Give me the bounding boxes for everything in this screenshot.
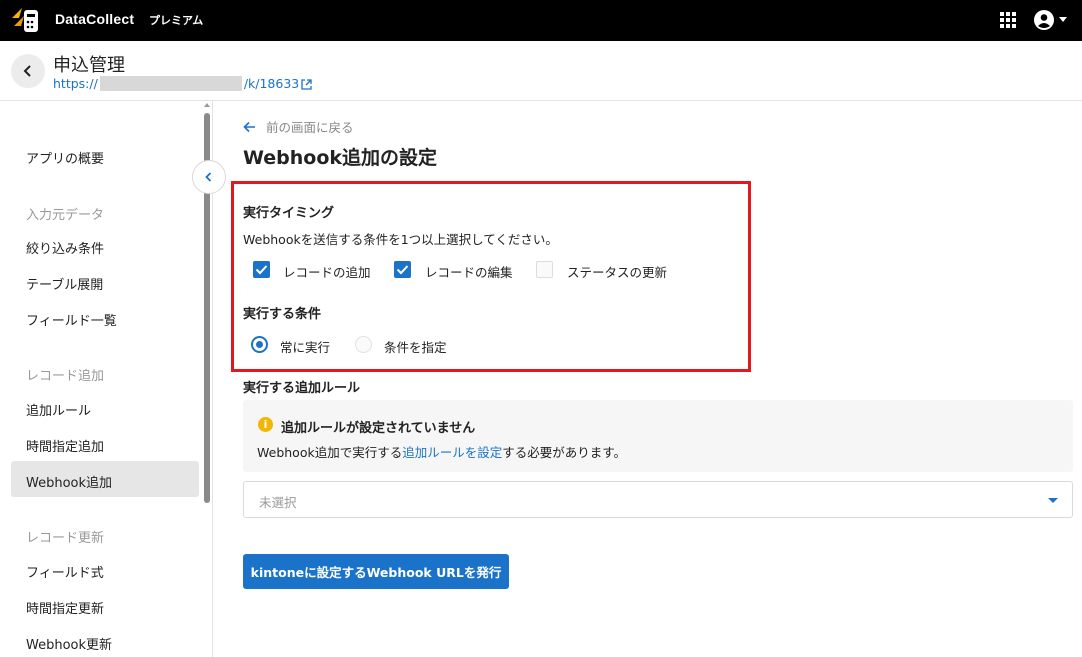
datacollect-logo-icon[interactable] [10, 6, 40, 34]
sidebar-item-filter-conditions[interactable]: 絞り込み条件 [26, 238, 104, 257]
sidebar-item-scheduled-add[interactable]: 時間指定追加 [26, 436, 104, 455]
sidebar-section-input-data: 入力元データ [26, 208, 105, 223]
chevron-left-icon [23, 65, 31, 77]
sidebar-item-scheduled-update[interactable]: 時間指定更新 [26, 598, 104, 617]
external-link-icon [301, 79, 312, 90]
radio-label-always-run[interactable]: 常に実行 [280, 337, 330, 356]
checkbox-status-update[interactable] [536, 261, 553, 278]
radio-always-run[interactable] [251, 336, 268, 353]
app-url-link[interactable]: https:// /k/18633 [53, 76, 312, 91]
sidebar-item-table-expansion[interactable]: テーブル展開 [26, 274, 103, 293]
timing-section-title: 実行タイミング [243, 206, 335, 221]
checkmark-icon [396, 265, 409, 275]
checkbox-label-record-add[interactable]: レコードの追加 [283, 262, 371, 281]
sidebar: アプリの概要 入力元データ 絞り込み条件 テーブル展開 フィールド一覧 レコード… [0, 101, 213, 657]
scroll-up-arrow-icon[interactable] [204, 103, 210, 107]
page-title: Webhook追加の設定 [243, 147, 438, 169]
chevron-left-icon [205, 172, 212, 182]
timing-description: Webhookを送信する条件を1つ以上選択してください。 [243, 232, 558, 247]
radio-specify-condition[interactable] [355, 336, 372, 353]
url-prefix: https:// [53, 76, 98, 91]
plan-label: プレミアム [149, 14, 204, 27]
sidebar-section-record-add: レコード追加 [26, 369, 105, 384]
sidebar-item-app-overview[interactable]: アプリの概要 [26, 148, 104, 167]
alert-body-before: Webhook追加で実行する [257, 445, 403, 460]
sidebar-item-webhook-add[interactable]: Webhook追加 [26, 472, 112, 491]
account-menu-caret-icon[interactable] [1059, 17, 1067, 22]
dropdown-caret-icon [1048, 498, 1058, 503]
back-button[interactable] [11, 54, 45, 88]
arrow-left-icon [243, 121, 255, 132]
back-to-previous-link[interactable]: 前の画面に戻る [243, 117, 354, 136]
sidebar-item-webhook-update[interactable]: Webhook更新 [26, 634, 112, 653]
url-redacted-block [99, 76, 242, 91]
main-content: 前の画面に戻る Webhook追加の設定 実行タイミング Webhookを送信す… [214, 101, 1082, 657]
rule-section-title: 実行する追加ルール [243, 381, 361, 396]
alert-title: 追加ルールが設定されていません [281, 421, 476, 436]
account-icon[interactable] [1034, 10, 1054, 30]
apps-grid-icon[interactable] [1000, 12, 1016, 28]
checkmark-icon [255, 265, 268, 275]
alert-body: Webhook追加で実行する追加ルールを設定する必要があります。 [257, 442, 626, 461]
add-rule-select[interactable]: 未選択 [243, 481, 1073, 518]
alert-body-after: する必要があります。 [502, 445, 626, 460]
brand-name[interactable]: DataCollect [55, 11, 134, 27]
app-header: 申込管理 https:// /k/18633 [0, 41, 1082, 101]
checkbox-record-edit[interactable] [394, 261, 411, 278]
checkbox-label-status-update[interactable]: ステータスの更新 [567, 262, 667, 281]
set-add-rule-link[interactable]: 追加ルールを設定 [402, 445, 502, 460]
app-title: 申込管理 [53, 55, 125, 76]
checkbox-record-add[interactable] [253, 261, 270, 278]
back-link-label: 前の画面に戻る [266, 120, 354, 135]
add-rule-select-value: 未選択 [259, 495, 297, 510]
sidebar-item-field-formula[interactable]: フィールド式 [26, 562, 104, 581]
top-bar: DataCollect プレミアム [0, 0, 1082, 41]
info-warning-icon: i [258, 417, 273, 432]
url-suffix: /k/18633 [243, 76, 300, 91]
no-rule-alert: i 追加ルールが設定されていません Webhook追加で実行する追加ルールを設定… [243, 400, 1073, 472]
condition-section-title: 実行する条件 [243, 307, 322, 322]
sidebar-section-record-update: レコード更新 [26, 531, 105, 546]
sidebar-item-add-rules[interactable]: 追加ルール [26, 400, 91, 419]
radio-label-specify-condition[interactable]: 条件を指定 [384, 337, 447, 356]
issue-webhook-url-button[interactable]: kintoneに設定するWebhook URLを発行 [243, 554, 509, 589]
sidebar-item-field-list[interactable]: フィールド一覧 [26, 310, 117, 329]
checkbox-label-record-edit[interactable]: レコードの編集 [425, 262, 513, 281]
